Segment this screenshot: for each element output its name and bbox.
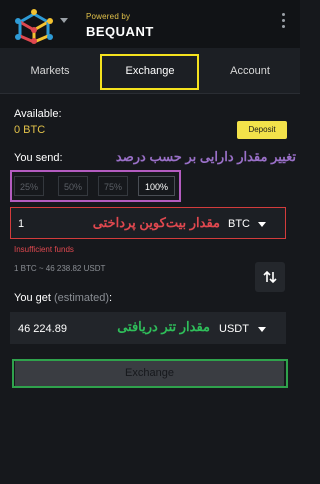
chevron-down-icon[interactable] [258, 327, 266, 332]
exchange-rate: 1 BTC ~ 46 238.82 USDT [14, 264, 106, 273]
bequant-logo-icon[interactable] [12, 8, 56, 44]
tab-markets[interactable]: Markets [0, 48, 100, 94]
swap-button[interactable] [255, 262, 285, 292]
estimated-label: (estimated) [53, 292, 110, 304]
app-header: Powered by BEQUANT [0, 0, 300, 48]
vertical-dots-icon[interactable] [282, 13, 286, 33]
swap-arrows-icon [263, 270, 277, 284]
btc-amount-annotation: مقدار بیت‌کوین پرداختی [92, 215, 220, 230]
percent-100-button[interactable]: 100% [138, 176, 175, 196]
available-label: Available: [14, 108, 62, 120]
you-get-label: You get (estimated): [14, 292, 113, 304]
usdt-amount-annotation: مقدار تتر دریافتی [117, 319, 210, 334]
chevron-down-icon[interactable] [60, 18, 68, 23]
chevron-down-icon[interactable] [258, 222, 266, 227]
tab-account[interactable]: Account [200, 48, 300, 94]
percent-annotation: تغییر مقدار دارایی بر حسب درصد [115, 149, 296, 164]
deposit-button[interactable]: Deposit [237, 121, 287, 139]
powered-by-label: Powered by [86, 12, 131, 21]
brand-name: BEQUANT [86, 24, 154, 39]
send-currency-select[interactable]: BTC [228, 218, 250, 230]
insufficient-funds-error: Insufficient funds [14, 245, 74, 254]
exchange-button-highlight [12, 359, 288, 388]
get-amount-value[interactable]: 46 224.89 [18, 323, 67, 335]
exchange-tab-highlight [100, 54, 199, 90]
get-currency-select[interactable]: USDT [219, 323, 249, 335]
available-balance: 0 BTC [14, 124, 46, 136]
you-send-label: You send: [14, 152, 63, 164]
send-amount-value[interactable]: 1 [18, 218, 24, 230]
percent-50-button[interactable]: 50% [58, 176, 88, 196]
percent-75-button[interactable]: 75% [98, 176, 128, 196]
percent-25-button[interactable]: 25% [14, 176, 44, 196]
